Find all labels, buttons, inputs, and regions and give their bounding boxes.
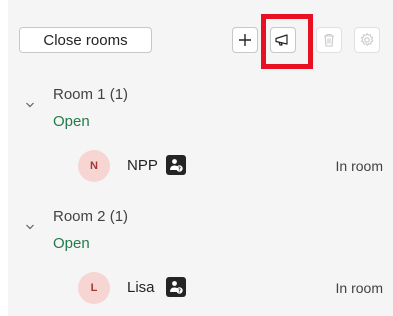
room-status: Open bbox=[53, 235, 90, 252]
gear-icon bbox=[361, 33, 374, 46]
trash-icon bbox=[324, 33, 334, 47]
plus-icon bbox=[239, 34, 251, 46]
close-rooms-button[interactable]: Close rooms bbox=[19, 27, 152, 53]
room-title: Room 1 (1) bbox=[53, 86, 129, 103]
participant-row[interactable]: L Lisa ? In room bbox=[8, 270, 393, 304]
highlight-box bbox=[261, 14, 313, 69]
avatar: L bbox=[78, 272, 110, 304]
delete-room-button[interactable] bbox=[316, 27, 342, 53]
unknown-user-icon: ? bbox=[170, 159, 183, 172]
room-settings-button[interactable] bbox=[354, 27, 380, 53]
participant-name: NPP bbox=[127, 157, 158, 174]
chevron-down-icon bbox=[26, 102, 34, 108]
rooms-toolbar: Close rooms bbox=[8, 24, 393, 58]
svg-text:?: ? bbox=[178, 288, 181, 294]
guest-badge: ? bbox=[166, 155, 186, 175]
participant-name: Lisa bbox=[127, 279, 155, 296]
chevron-down-icon bbox=[26, 224, 34, 230]
add-room-button[interactable] bbox=[232, 27, 258, 53]
guest-badge: ? bbox=[166, 277, 186, 297]
participant-status: In room bbox=[335, 158, 383, 174]
room-title: Room 2 (1) bbox=[53, 208, 129, 225]
room-1-header[interactable]: Room 1 (1) Open bbox=[8, 82, 393, 142]
room-status: Open bbox=[53, 113, 90, 130]
avatar: N bbox=[78, 150, 110, 182]
participant-row[interactable]: N NPP ? In room bbox=[8, 148, 393, 182]
unknown-user-icon: ? bbox=[170, 281, 183, 294]
room-2-header[interactable]: Room 2 (1) Open bbox=[8, 204, 393, 264]
participant-status: In room bbox=[335, 280, 383, 296]
svg-text:?: ? bbox=[178, 166, 181, 172]
